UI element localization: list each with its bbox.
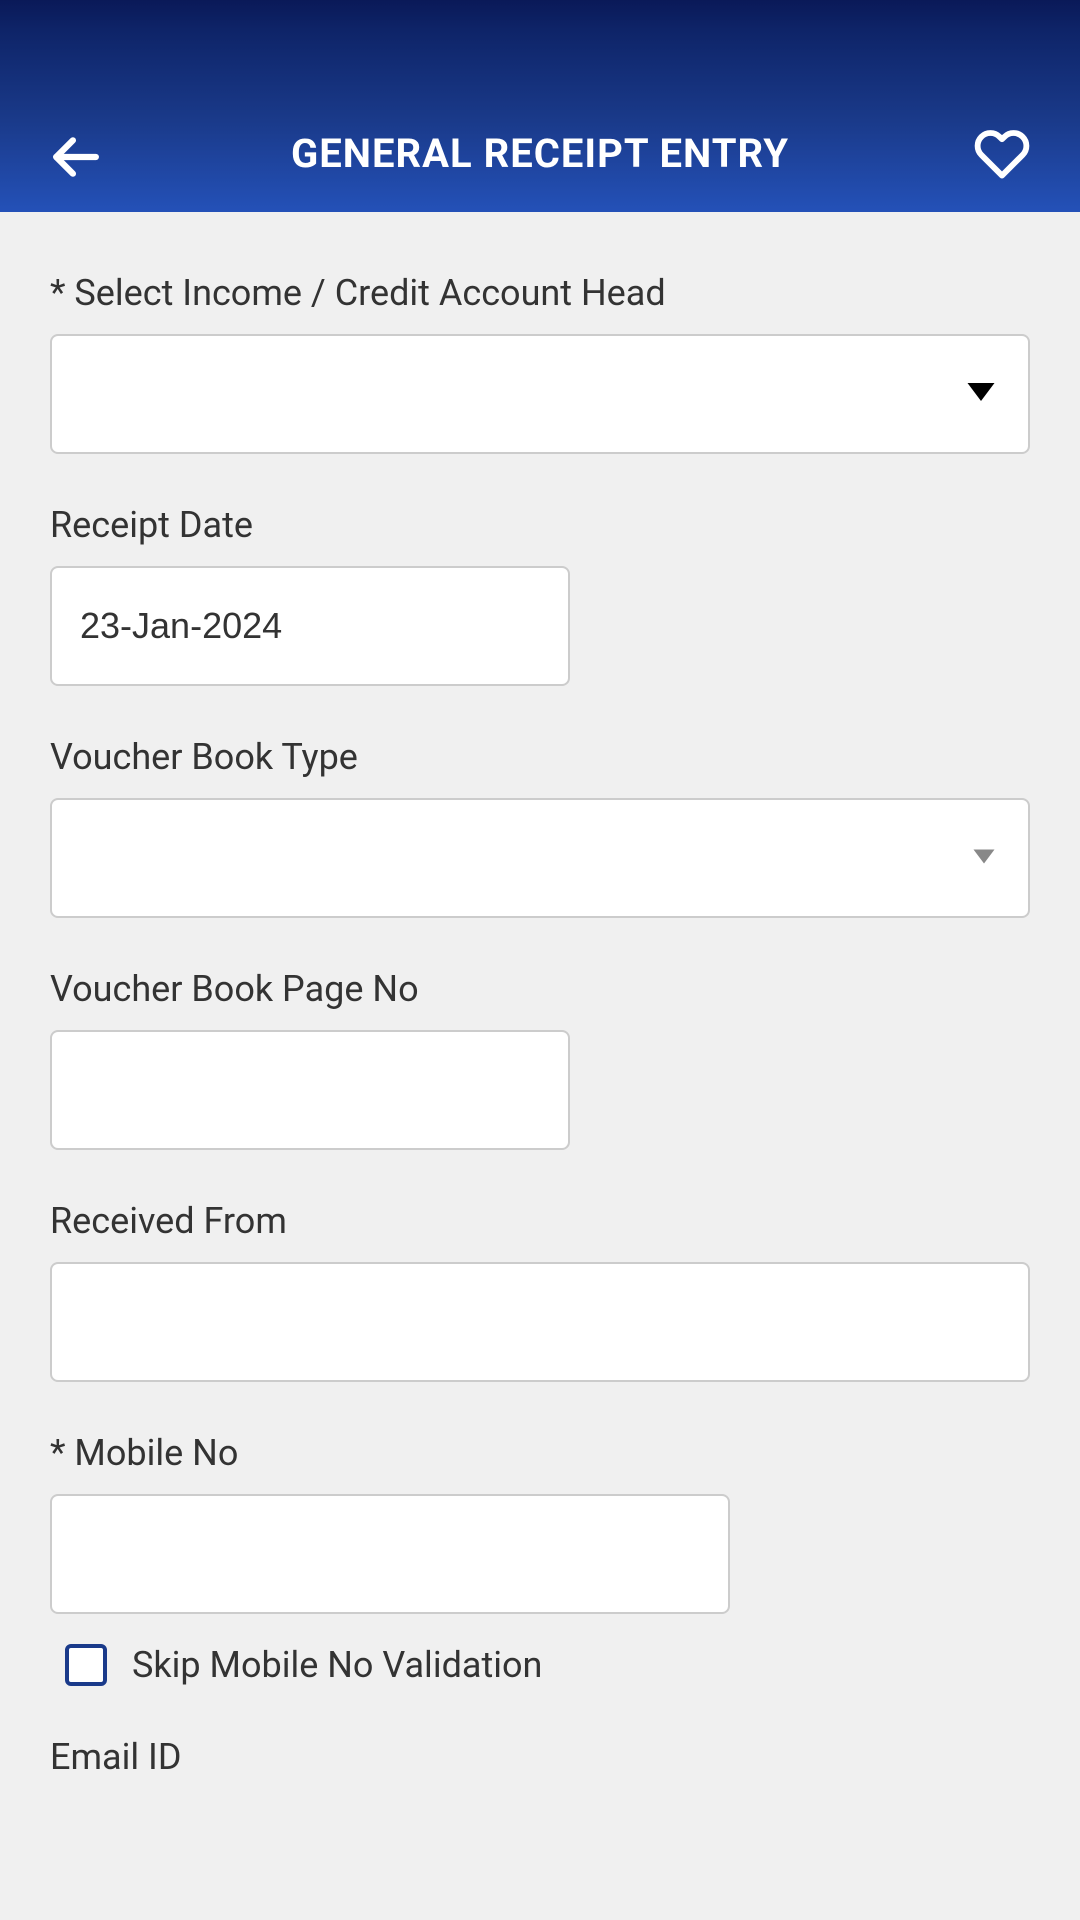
voucher-page-no-group: Voucher Book Page No: [50, 968, 1030, 1150]
mobile-no-label: * Mobile No: [50, 1432, 1030, 1474]
voucher-book-type-label: Voucher Book Type: [50, 736, 1030, 778]
heart-icon: [974, 126, 1030, 182]
favorite-button[interactable]: [974, 126, 1030, 182]
account-head-select-wrapper: [50, 334, 1030, 454]
account-head-select[interactable]: [50, 334, 1030, 454]
received-from-input[interactable]: [50, 1262, 1030, 1382]
back-button[interactable]: [50, 132, 100, 182]
email-label: Email ID: [50, 1736, 1030, 1778]
received-from-group: Received From: [50, 1200, 1030, 1382]
page-title: GENERAL RECEIPT ENTRY: [50, 130, 1030, 177]
account-head-label: * Select Income / Credit Account Head: [50, 272, 1030, 314]
voucher-book-type-select-wrapper: [50, 798, 1030, 918]
receipt-date-label: Receipt Date: [50, 504, 1030, 546]
voucher-book-type-select[interactable]: [50, 798, 1030, 918]
back-arrow-icon: [50, 132, 100, 182]
email-group: Email ID: [50, 1736, 1030, 1778]
voucher-page-no-label: Voucher Book Page No: [50, 968, 1030, 1010]
receipt-date-input[interactable]: [50, 566, 570, 686]
mobile-no-input[interactable]: [50, 1494, 730, 1614]
receipt-date-group: Receipt Date: [50, 504, 1030, 686]
received-from-label: Received From: [50, 1200, 1030, 1242]
skip-validation-label: Skip Mobile No Validation: [132, 1644, 542, 1686]
voucher-page-no-input[interactable]: [50, 1030, 570, 1150]
status-bar: [0, 0, 1080, 30]
voucher-book-type-group: Voucher Book Type: [50, 736, 1030, 918]
account-head-group: * Select Income / Credit Account Head: [50, 272, 1030, 454]
app-header: GENERAL RECEIPT ENTRY: [0, 30, 1080, 212]
form-content: * Select Income / Credit Account Head Re…: [0, 212, 1080, 1778]
skip-validation-group: Skip Mobile No Validation: [50, 1644, 1030, 1686]
skip-validation-checkbox[interactable]: [65, 1644, 107, 1686]
mobile-no-group: * Mobile No Skip Mobile No Validation: [50, 1432, 1030, 1686]
